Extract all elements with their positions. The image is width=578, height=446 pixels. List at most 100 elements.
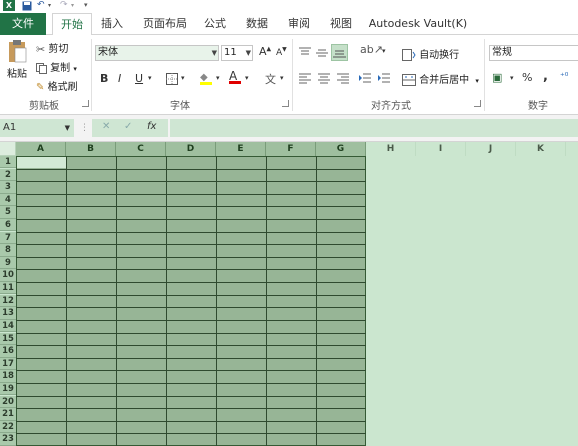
comma-button[interactable]: ,: [543, 69, 548, 84]
tab-review[interactable]: 审阅: [282, 13, 316, 35]
column-header-j[interactable]: J: [466, 142, 516, 156]
align-middle-icon[interactable]: [315, 47, 329, 59]
pinyin-dropdown-icon[interactable]: ▾: [280, 74, 284, 82]
row-header-23[interactable]: 23: [0, 433, 16, 446]
row-header-2[interactable]: 2: [0, 168, 16, 181]
worksheet-grid[interactable]: ABCDEFGHIJK 1 2 3 4 5 6 7 8 9 10 11 12 13 14 15 16 17 18 1…: [0, 142, 578, 446]
column-header-d[interactable]: D: [166, 142, 216, 156]
increase-decimal-icon[interactable]: ⁺⁰: [560, 72, 568, 82]
underline-button[interactable]: U: [135, 72, 143, 85]
column-header-i[interactable]: I: [416, 142, 466, 156]
select-all-button[interactable]: [0, 142, 16, 156]
number-format-combobox[interactable]: 常规: [489, 45, 578, 61]
row-header-3[interactable]: 3: [0, 181, 16, 194]
row-header-17[interactable]: 17: [0, 357, 16, 371]
row-header-22[interactable]: 22: [0, 420, 16, 434]
customize-qat-button[interactable]: ▾: [84, 0, 88, 11]
undo-dropdown-icon[interactable]: ▾: [48, 0, 51, 11]
accounting-dropdown-icon[interactable]: ▾: [510, 74, 514, 82]
orientation-dropdown-icon[interactable]: ▾: [382, 47, 386, 55]
enter-formula-button[interactable]: ✓: [124, 121, 132, 132]
orientation-icon[interactable]: ab↗: [360, 43, 383, 56]
row-header-20[interactable]: 20: [0, 395, 16, 408]
fill-color-dropdown-icon[interactable]: ▾: [216, 74, 220, 82]
grow-font-button[interactable]: A▲: [259, 45, 271, 58]
font-color-dropdown-icon[interactable]: ▾: [245, 74, 249, 82]
row-header-14[interactable]: 14: [0, 319, 16, 333]
row-header-9[interactable]: 9: [0, 256, 16, 270]
tab-data[interactable]: 数据: [240, 13, 274, 35]
column-header-e[interactable]: E: [216, 142, 266, 156]
tab-view[interactable]: 视图: [324, 13, 358, 35]
insert-function-button[interactable]: fx: [147, 121, 156, 132]
row-header-4[interactable]: 4: [0, 193, 16, 207]
column-header-k[interactable]: K: [516, 142, 566, 156]
align-bottom-button[interactable]: [331, 44, 348, 61]
fill-color-button[interactable]: ◆: [200, 70, 212, 85]
borders-dropdown-icon[interactable]: ▾: [181, 74, 185, 82]
active-cell[interactable]: [17, 157, 66, 168]
tab-insert[interactable]: 插入: [96, 13, 128, 35]
row-header-15[interactable]: 15: [0, 332, 16, 345]
tab-formulas[interactable]: 公式: [198, 13, 232, 35]
column-header-g[interactable]: G: [316, 142, 366, 156]
row-header-16[interactable]: 16: [0, 345, 16, 358]
column-header-b[interactable]: B: [66, 142, 116, 156]
font-color-button[interactable]: A: [229, 69, 241, 84]
redo-dropdown-icon[interactable]: ▾: [71, 0, 74, 11]
tab-file[interactable]: 文件: [0, 13, 46, 35]
formula-input[interactable]: [170, 119, 578, 137]
cut-button[interactable]: ✂ 剪切: [36, 40, 68, 56]
shrink-font-button[interactable]: A▼: [276, 46, 287, 58]
align-center-icon[interactable]: [317, 72, 331, 84]
borders-icon[interactable]: [166, 73, 178, 85]
decrease-indent-icon[interactable]: [358, 72, 372, 84]
column-header-c[interactable]: C: [116, 142, 166, 156]
copy-dropdown-icon[interactable]: ▾: [73, 65, 77, 73]
italic-button[interactable]: I: [118, 72, 121, 85]
column-header-h[interactable]: H: [366, 142, 416, 156]
redo-button[interactable]: ↷: [60, 0, 68, 11]
copy-button[interactable]: 复制 ▾: [36, 59, 77, 74]
paste-button[interactable]: 粘贴: [4, 39, 30, 93]
row-header-5[interactable]: 5: [0, 206, 16, 219]
tab-page-layout[interactable]: 页面布局: [138, 13, 192, 35]
pinyin-button[interactable]: 文: [265, 71, 276, 87]
column-header-a[interactable]: A: [16, 142, 66, 156]
bold-button[interactable]: B: [100, 72, 108, 85]
percent-button[interactable]: %: [522, 71, 532, 84]
font-launcher-icon[interactable]: [282, 100, 289, 107]
row-header-21[interactable]: 21: [0, 408, 16, 421]
format-painter-button[interactable]: ✎ 格式刷: [36, 78, 78, 94]
merge-dropdown-icon[interactable]: ▾: [475, 77, 479, 85]
row-header-11[interactable]: 11: [0, 282, 16, 295]
row-header-19[interactable]: 19: [0, 382, 16, 396]
accounting-format-icon[interactable]: ▣: [492, 71, 502, 84]
row-header-8[interactable]: 8: [0, 244, 16, 257]
save-icon[interactable]: [22, 1, 32, 11]
row-header-18[interactable]: 18: [0, 370, 16, 383]
selected-range[interactable]: [16, 156, 366, 446]
row-header-13[interactable]: 13: [0, 307, 16, 320]
tab-home[interactable]: 开始: [52, 13, 92, 36]
column-header-f[interactable]: F: [266, 142, 316, 156]
undo-button[interactable]: ↶: [37, 0, 45, 11]
font-name-combobox[interactable]: 宋体 ▼: [95, 45, 219, 61]
cancel-formula-button[interactable]: ✕: [102, 121, 110, 132]
row-header-7[interactable]: 7: [0, 231, 16, 245]
row-header-1[interactable]: 1: [0, 156, 16, 169]
increase-indent-icon[interactable]: [377, 72, 391, 84]
align-left-icon[interactable]: [298, 72, 312, 84]
name-box[interactable]: A1 ▼: [0, 119, 74, 137]
row-header-12[interactable]: 12: [0, 294, 16, 308]
row-header-6[interactable]: 6: [0, 219, 16, 232]
wrap-text-button[interactable]: 自动换行: [402, 46, 459, 61]
row-header-10[interactable]: 10: [0, 269, 16, 282]
merge-center-button[interactable]: 合并后居中 ▾: [402, 71, 479, 86]
underline-dropdown-icon[interactable]: ▾: [148, 74, 152, 82]
align-top-icon[interactable]: [298, 47, 312, 59]
font-size-combobox[interactable]: 11 ▼: [221, 45, 253, 61]
tab-autodesk-vault[interactable]: Autodesk Vault(K): [368, 13, 468, 35]
align-right-icon[interactable]: [336, 72, 350, 84]
clipboard-launcher-icon[interactable]: [82, 100, 89, 107]
